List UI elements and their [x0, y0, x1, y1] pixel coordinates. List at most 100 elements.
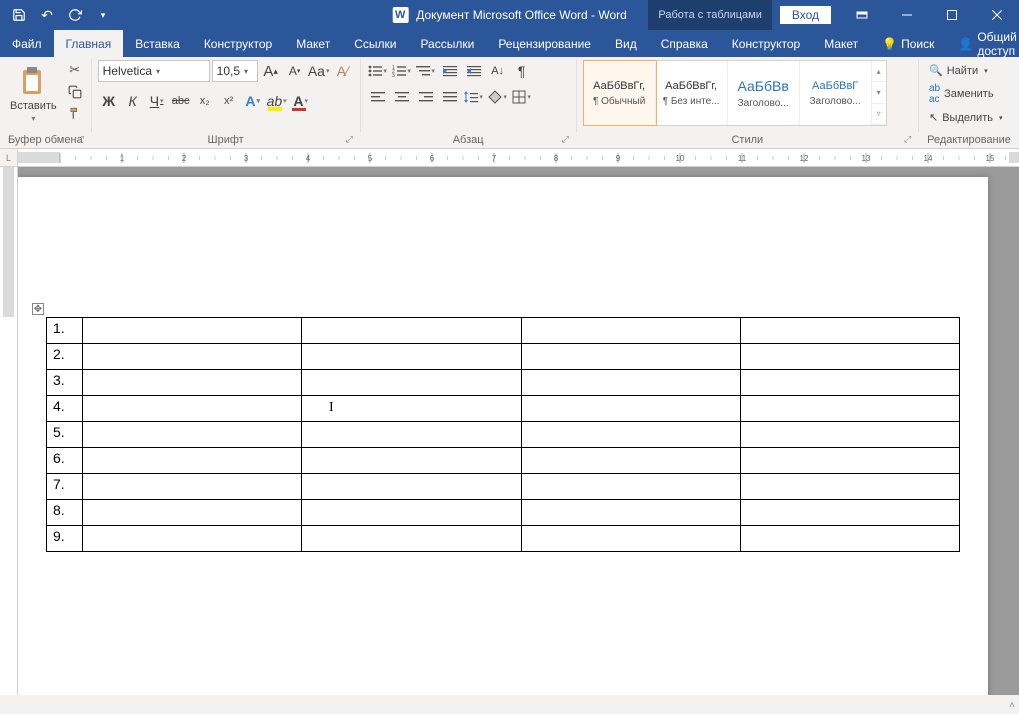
- table-cell[interactable]: [302, 318, 521, 344]
- shading-button[interactable]: ▾: [487, 86, 509, 108]
- document-table[interactable]: 1.2.3.4.I5.6.7.8.9.: [46, 317, 960, 552]
- paste-button[interactable]: Вставить ▾: [6, 60, 61, 128]
- table-cell[interactable]: [740, 344, 959, 370]
- maximize-button[interactable]: [929, 0, 974, 30]
- table-cell[interactable]: [521, 370, 740, 396]
- decrease-indent-button[interactable]: [439, 60, 461, 82]
- save-button[interactable]: [6, 2, 32, 28]
- highlight-button[interactable]: ab▾: [266, 90, 288, 112]
- shrink-font-button[interactable]: A▾: [284, 60, 306, 82]
- tab-home[interactable]: Главная: [54, 30, 124, 57]
- table-cell[interactable]: [302, 474, 521, 500]
- sign-in-button[interactable]: Вход: [780, 6, 831, 24]
- paragraph-launcher[interactable]: ⤢: [562, 134, 572, 144]
- tab-mailings[interactable]: Рассылки: [408, 30, 486, 57]
- row-number-cell[interactable]: 2.: [47, 344, 83, 370]
- table-cell[interactable]: [740, 500, 959, 526]
- table-cell[interactable]: [740, 474, 959, 500]
- table-cell[interactable]: [521, 396, 740, 422]
- style-normal[interactable]: АаБбВвГг,¶ Обычный: [584, 61, 656, 125]
- document-area[interactable]: ✥ 1.2.3.4.I5.6.7.8.9.: [18, 167, 1019, 695]
- table-cell[interactable]: [83, 344, 302, 370]
- styles-launcher[interactable]: ⤢: [904, 134, 914, 144]
- styles-down-button[interactable]: ▾: [872, 82, 886, 103]
- italic-button[interactable]: К: [122, 90, 144, 112]
- numbering-button[interactable]: 123▾: [391, 60, 413, 82]
- replace-button[interactable]: abacЗаменить: [925, 81, 1013, 107]
- bold-button[interactable]: Ж: [98, 90, 120, 112]
- table-row[interactable]: 4.I: [47, 396, 960, 422]
- table-cell[interactable]: [83, 526, 302, 552]
- table-cell[interactable]: [302, 344, 521, 370]
- table-cell[interactable]: [302, 500, 521, 526]
- table-cell[interactable]: [740, 370, 959, 396]
- horizontal-ruler[interactable]: 123456789101112131415: [18, 149, 1019, 167]
- tab-table-layout[interactable]: Макет: [812, 30, 870, 57]
- cut-button[interactable]: ✂: [65, 60, 85, 80]
- ribbon-options-button[interactable]: [839, 0, 884, 30]
- row-number-cell[interactable]: 7.: [47, 474, 83, 500]
- font-color-button[interactable]: A▾: [290, 90, 312, 112]
- borders-button[interactable]: ▾: [511, 86, 533, 108]
- bullets-button[interactable]: ▾: [367, 60, 389, 82]
- underline-button[interactable]: Ч▾: [146, 90, 168, 112]
- table-cell[interactable]: [521, 526, 740, 552]
- tab-insert[interactable]: Вставка: [123, 30, 192, 57]
- tab-help[interactable]: Справка: [649, 30, 720, 57]
- font-size-combo[interactable]: 10,5▾: [212, 60, 258, 82]
- qat-customize-button[interactable]: ▾: [90, 2, 116, 28]
- text-effects-button[interactable]: A▾: [242, 90, 264, 112]
- subscript-button[interactable]: x₂: [194, 90, 216, 112]
- table-row[interactable]: 5.: [47, 422, 960, 448]
- table-cell[interactable]: [302, 526, 521, 552]
- tab-layout[interactable]: Макет: [284, 30, 342, 57]
- table-cell[interactable]: [521, 422, 740, 448]
- show-marks-button[interactable]: ¶: [511, 60, 533, 82]
- table-row[interactable]: 9.: [47, 526, 960, 552]
- table-cell[interactable]: [83, 500, 302, 526]
- table-cell[interactable]: [83, 422, 302, 448]
- table-cell[interactable]: I: [83, 396, 302, 422]
- grow-font-button[interactable]: A▴: [260, 60, 282, 82]
- multilevel-list-button[interactable]: ▾: [415, 60, 437, 82]
- table-row[interactable]: 2.: [47, 344, 960, 370]
- justify-button[interactable]: [439, 86, 461, 108]
- clipboard-launcher[interactable]: ⤢: [77, 134, 87, 144]
- table-cell[interactable]: [521, 344, 740, 370]
- table-cell[interactable]: [83, 318, 302, 344]
- ruler-corner[interactable]: L: [0, 149, 18, 167]
- strikethrough-button[interactable]: abc: [170, 90, 192, 112]
- table-cell[interactable]: [83, 474, 302, 500]
- table-cell[interactable]: [740, 448, 959, 474]
- style-no-spacing[interactable]: АаБбВвГг,¶ Без инте...: [656, 61, 728, 125]
- table-cell[interactable]: [302, 370, 521, 396]
- table-cell[interactable]: [740, 318, 959, 344]
- table-cell[interactable]: [83, 448, 302, 474]
- font-launcher[interactable]: ⤢: [346, 134, 356, 144]
- row-number-cell[interactable]: 3.: [47, 370, 83, 396]
- minimize-button[interactable]: [884, 0, 929, 30]
- tab-design[interactable]: Конструктор: [192, 30, 284, 57]
- table-row[interactable]: 6.: [47, 448, 960, 474]
- table-cell[interactable]: [302, 448, 521, 474]
- tab-file[interactable]: Файл: [0, 30, 54, 57]
- share-button[interactable]: 👤Общий доступ: [946, 30, 1019, 57]
- increase-indent-button[interactable]: [463, 60, 485, 82]
- table-cell[interactable]: [740, 422, 959, 448]
- table-cell[interactable]: [740, 396, 959, 422]
- style-heading1[interactable]: АаБбВвЗаголово...: [728, 61, 800, 125]
- row-number-cell[interactable]: 9.: [47, 526, 83, 552]
- table-cell[interactable]: [302, 422, 521, 448]
- table-row[interactable]: 7.: [47, 474, 960, 500]
- row-number-cell[interactable]: 8.: [47, 500, 83, 526]
- table-cell[interactable]: [521, 500, 740, 526]
- redo-button[interactable]: [62, 2, 88, 28]
- superscript-button[interactable]: x²: [218, 90, 240, 112]
- table-cell[interactable]: [521, 474, 740, 500]
- tab-references[interactable]: Ссылки: [342, 30, 408, 57]
- format-painter-button[interactable]: [65, 104, 85, 124]
- clear-formatting-button[interactable]: A∕: [332, 60, 354, 82]
- collapse-ribbon-button[interactable]: ˄: [1009, 700, 1015, 711]
- tab-view[interactable]: Вид: [603, 30, 649, 57]
- sort-button[interactable]: A↓: [487, 60, 509, 82]
